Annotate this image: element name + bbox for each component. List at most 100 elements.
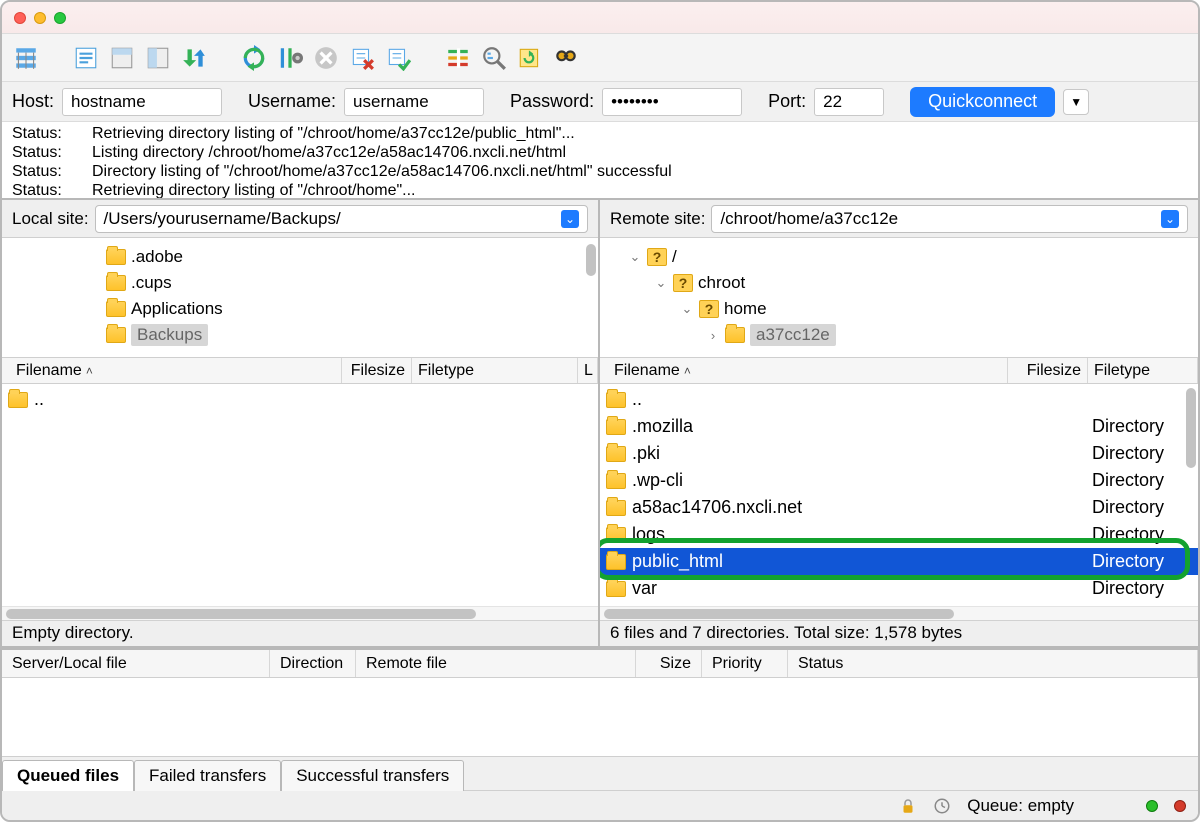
col-filename[interactable]: Filename˄ <box>608 358 1008 383</box>
remote-tree[interactable]: ⌄? / ⌄?chroot⌄?home›a37cc12e <box>600 238 1198 358</box>
toggle-log-icon[interactable] <box>70 42 102 74</box>
col-status[interactable]: Status <box>788 650 1198 677</box>
col-filesize[interactable]: Filesize <box>342 358 412 383</box>
process-queue-icon[interactable] <box>274 42 306 74</box>
local-file-list[interactable]: .. <box>2 384 598 606</box>
toggle-queue-icon[interactable] <box>178 42 210 74</box>
queue-tabs: Queued files Failed transfers Successful… <box>2 756 1198 790</box>
tree-item-label: / <box>672 247 677 267</box>
lock-icon[interactable] <box>899 797 917 815</box>
log-label: Status: <box>12 143 72 162</box>
log-text: Directory listing of "/chroot/home/a37cc… <box>92 162 672 181</box>
list-item[interactable]: varDirectory <box>600 575 1198 602</box>
tree-item[interactable]: .adobe <box>2 244 598 270</box>
list-item[interactable]: .mozillaDirectory <box>600 413 1198 440</box>
quickconnect-button[interactable]: Quickconnect <box>910 87 1055 117</box>
queue-body[interactable] <box>2 678 1198 756</box>
list-item[interactable]: .. <box>600 386 1198 413</box>
port-input[interactable] <box>814 88 884 116</box>
window-minimize-button[interactable] <box>34 12 46 24</box>
local-path-input[interactable]: /Users/yourusername/Backups/ ⌄ <box>95 205 588 233</box>
local-list-header: Filename˄ Filesize Filetype L <box>2 358 598 384</box>
refresh-icon[interactable] <box>238 42 270 74</box>
col-filesize[interactable]: Filesize <box>1008 358 1088 383</box>
list-item[interactable]: public_htmlDirectory <box>600 548 1198 575</box>
window-maximize-button[interactable] <box>54 12 66 24</box>
unknown-folder-icon: ? <box>647 248 667 266</box>
quickconnect-bar: Host: Username: Password: Port: Quickcon… <box>2 82 1198 122</box>
remote-file-list[interactable]: ...mozillaDirectory.pkiDirectory.wp-cliD… <box>600 384 1198 606</box>
scrollbar-thumb[interactable] <box>604 609 954 619</box>
chevron-down-icon[interactable]: ⌄ <box>628 249 642 265</box>
file-type: Directory <box>1088 551 1170 572</box>
tree-item[interactable]: ⌄?home <box>600 296 1198 322</box>
chevron-down-icon[interactable]: ⌄ <box>1161 210 1179 228</box>
file-name: .pki <box>632 443 660 464</box>
chevron-down-icon[interactable]: ⌄ <box>680 301 694 317</box>
col-filetype[interactable]: Filetype <box>412 358 578 383</box>
remote-site-bar: Remote site: /chroot/home/a37cc12e ⌄ <box>600 200 1198 238</box>
message-log[interactable]: Status:Retrieving directory listing of "… <box>2 122 1198 200</box>
col-priority[interactable]: Priority <box>702 650 788 677</box>
scrollbar-thumb[interactable] <box>1186 388 1196 468</box>
tree-item-label: home <box>724 299 767 319</box>
queue-status-text: Queue: empty <box>967 796 1074 816</box>
col-last[interactable]: L <box>578 358 598 383</box>
list-item[interactable]: a58ac14706.nxcli.netDirectory <box>600 494 1198 521</box>
col-direction[interactable]: Direction <box>270 650 356 677</box>
disconnect-icon[interactable] <box>346 42 378 74</box>
folder-icon <box>606 446 626 462</box>
col-filename[interactable]: Filename˄ <box>10 358 342 383</box>
tree-item-label: Backups <box>131 324 208 346</box>
tree-item[interactable]: ›a37cc12e <box>600 322 1198 348</box>
activity-led-1 <box>1146 800 1158 812</box>
password-input[interactable] <box>602 88 742 116</box>
file-type: Directory <box>1088 524 1170 545</box>
sync-browse-icon[interactable] <box>514 42 546 74</box>
filter-icon[interactable] <box>442 42 474 74</box>
tab-failed-transfers[interactable]: Failed transfers <box>134 760 281 791</box>
col-filetype[interactable]: Filetype <box>1088 358 1198 383</box>
remote-path-input[interactable]: /chroot/home/a37cc12e ⌄ <box>711 205 1188 233</box>
list-item[interactable]: .wp-cliDirectory <box>600 467 1198 494</box>
chevron-down-icon[interactable]: ⌄ <box>561 210 579 228</box>
clock-icon[interactable] <box>933 797 951 815</box>
toggle-local-tree-icon[interactable] <box>106 42 138 74</box>
scrollbar-thumb[interactable] <box>6 609 476 619</box>
log-label: Status: <box>12 162 72 181</box>
cancel-icon[interactable] <box>310 42 342 74</box>
tree-item[interactable]: Applications <box>2 296 598 322</box>
col-size[interactable]: Size <box>636 650 702 677</box>
col-server-local[interactable]: Server/Local file <box>2 650 270 677</box>
username-input[interactable] <box>344 88 484 116</box>
tree-item[interactable]: ⌄? / <box>600 244 1198 270</box>
file-name: .. <box>34 389 44 410</box>
local-tree[interactable]: .adobe.cupsApplicationsBackups <box>2 238 598 358</box>
tree-item[interactable]: Backups <box>2 322 598 348</box>
tab-queued-files[interactable]: Queued files <box>2 760 134 791</box>
compare-icon[interactable] <box>478 42 510 74</box>
site-manager-icon[interactable] <box>10 42 42 74</box>
folder-icon <box>606 392 626 408</box>
scrollbar-thumb[interactable] <box>586 244 596 276</box>
app-window: Host: Username: Password: Port: Quickcon… <box>0 0 1200 822</box>
local-scrollbar[interactable] <box>2 606 598 620</box>
queue-header: Server/Local file Direction Remote file … <box>2 648 1198 678</box>
search-remote-icon[interactable] <box>550 42 582 74</box>
reconnect-icon[interactable] <box>382 42 414 74</box>
tab-successful-transfers[interactable]: Successful transfers <box>281 760 464 791</box>
col-remote-file[interactable]: Remote file <box>356 650 636 677</box>
window-close-button[interactable] <box>14 12 26 24</box>
tree-item[interactable]: .cups <box>2 270 598 296</box>
tree-item[interactable]: ⌄?chroot <box>600 270 1198 296</box>
chevron-down-icon[interactable]: ⌄ <box>654 275 668 291</box>
list-item[interactable]: logsDirectory <box>600 521 1198 548</box>
remote-scrollbar[interactable] <box>600 606 1198 620</box>
quickconnect-history-dropdown[interactable]: ▼ <box>1063 89 1089 115</box>
chevron-right-icon[interactable]: › <box>706 328 720 343</box>
toggle-remote-tree-icon[interactable] <box>142 42 174 74</box>
host-input[interactable] <box>62 88 222 116</box>
list-item[interactable]: .pkiDirectory <box>600 440 1198 467</box>
list-item[interactable]: .. <box>2 386 598 413</box>
host-label: Host: <box>12 91 54 112</box>
